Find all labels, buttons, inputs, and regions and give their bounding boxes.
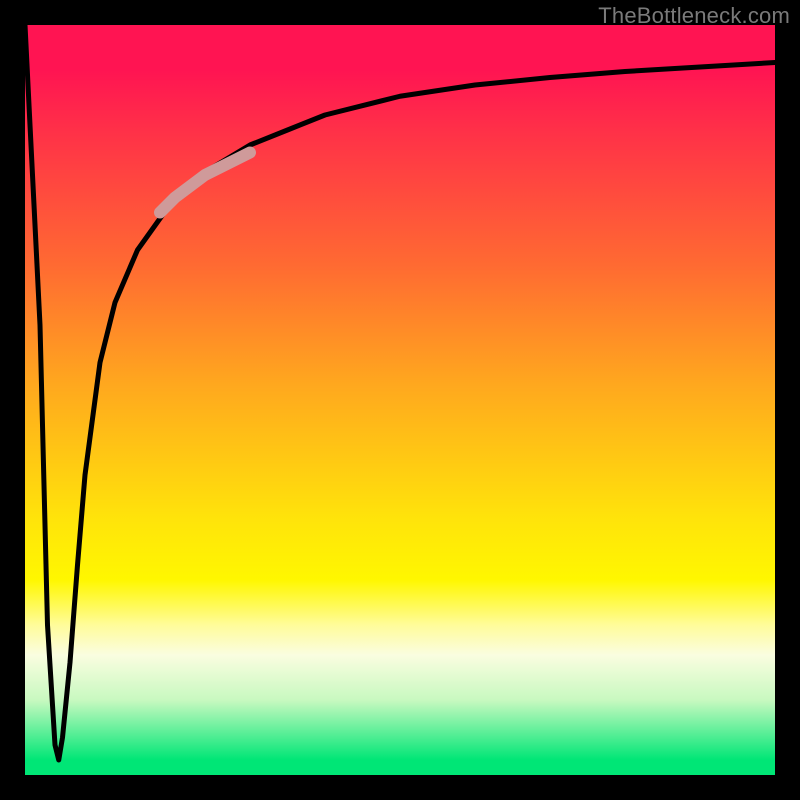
bottleneck-curve [25, 25, 775, 760]
curve-svg [25, 25, 775, 775]
plot-area [25, 25, 775, 775]
curve-highlight-segment [160, 153, 250, 213]
chart-frame: TheBottleneck.com [0, 0, 800, 800]
curve-group [25, 25, 775, 760]
